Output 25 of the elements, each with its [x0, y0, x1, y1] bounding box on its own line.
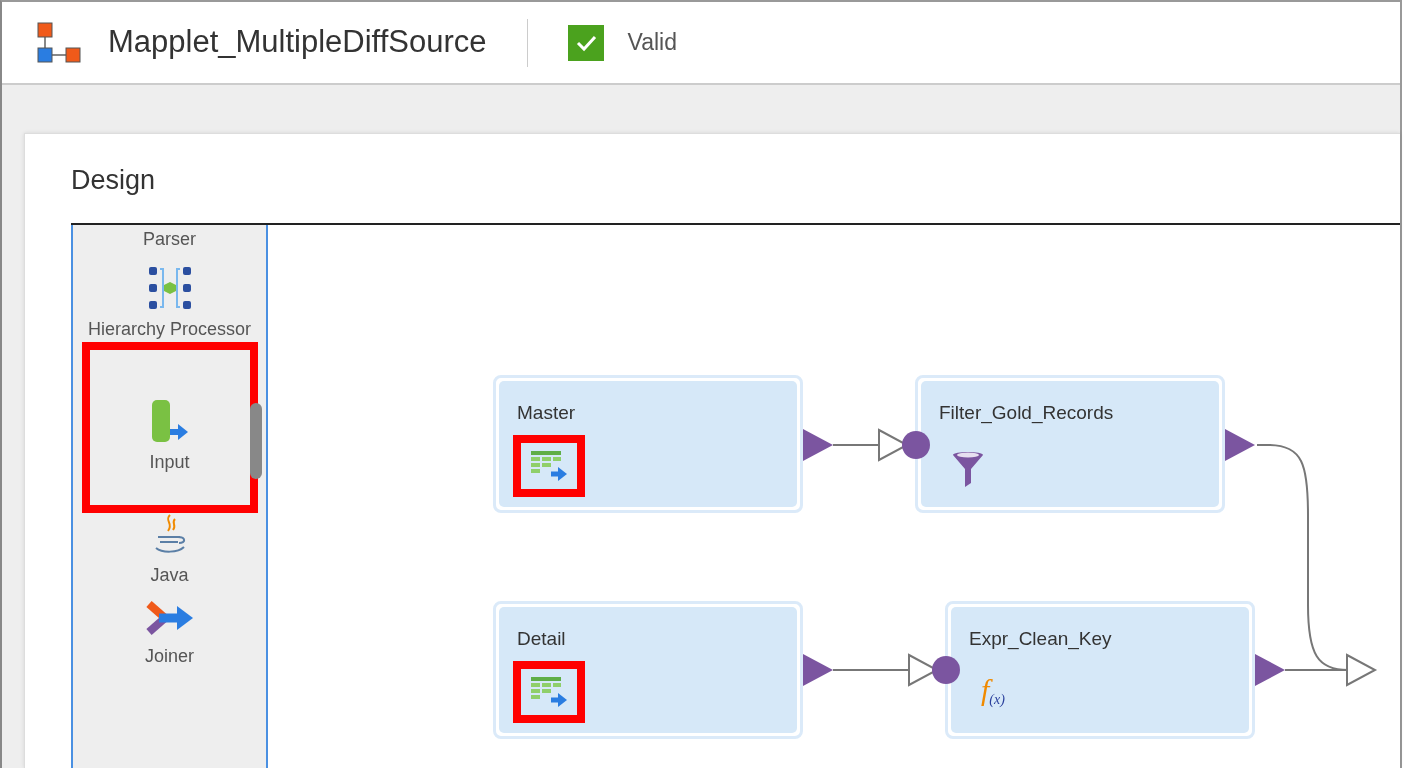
node-title: Master	[517, 400, 577, 425]
hierarchy-icon	[146, 265, 193, 312]
transformation-node[interactable]: Detail	[493, 600, 803, 739]
mapplet-icon	[36, 20, 84, 65]
node-title: Detail	[517, 626, 567, 651]
input-port-icon	[878, 427, 930, 462]
input-port-icon	[1346, 652, 1378, 687]
palette-item[interactable]: Input	[87, 348, 252, 507]
palette-item[interactable]: Java	[87, 506, 252, 594]
node-title: Expr_Clean_Key	[969, 626, 1113, 652]
formula-icon: f$_{(x)}$	[969, 665, 1017, 715]
transformation-node[interactable]: Master	[493, 374, 803, 513]
transformation-node[interactable]: Filter_Gold_Records	[915, 374, 1225, 513]
palette-item[interactable]: Parser	[87, 224, 252, 262]
status-label: Valid	[627, 28, 677, 58]
palette-item[interactable]: Hierarchy Processor	[87, 261, 252, 349]
scrollbar-thumb[interactable]	[250, 402, 262, 479]
connector-line	[832, 443, 880, 446]
panel-title: Design	[71, 164, 157, 197]
input-port-icon	[908, 652, 960, 687]
mapplet-title: Mapplet_MultipleDiffSource	[108, 23, 487, 62]
palette-item[interactable]: Joiner	[87, 593, 252, 675]
input-icon	[149, 398, 190, 445]
node-title: Filter_Gold_Records	[939, 400, 1115, 426]
transformation-node[interactable]: Expr_Clean_Key f$_{(x)}$	[945, 600, 1255, 739]
